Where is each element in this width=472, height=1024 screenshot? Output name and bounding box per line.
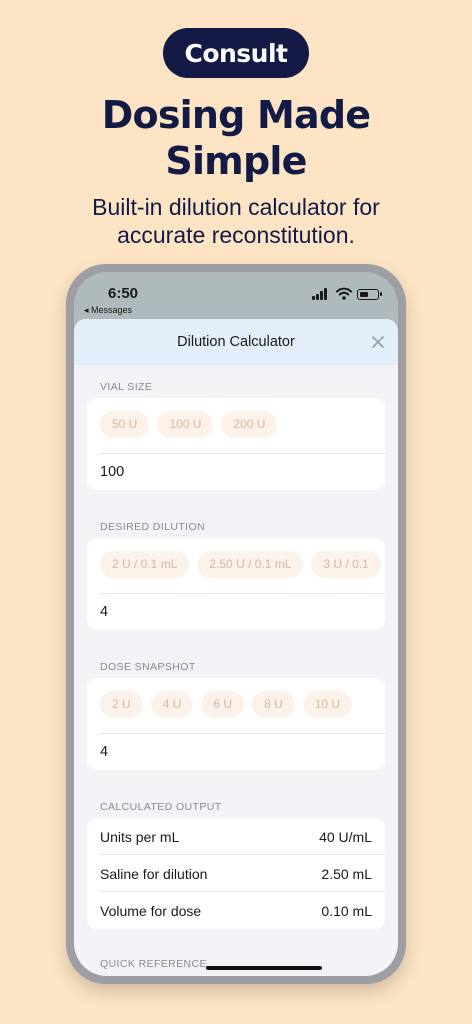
output-value: 0.10 mL bbox=[321, 903, 372, 919]
vial-size-card: 50 U 100 U 200 U 100 bbox=[87, 398, 385, 490]
status-icons bbox=[312, 287, 382, 302]
dose-snapshot-card: 2 U 4 U 6 U 8 U 10 U 4 bbox=[87, 678, 385, 770]
divider bbox=[100, 593, 385, 594]
status-time: 6:50 bbox=[108, 285, 139, 302]
dilution-option-3u[interactable]: 3 U / 0.1 bbox=[311, 551, 381, 578]
dilution-option-2-50u[interactable]: 2.50 U / 0.1 mL bbox=[197, 551, 304, 578]
calculated-output-card: Units per mL 40 U/mL Saline for dilution… bbox=[87, 818, 385, 929]
cellular-signal-icon bbox=[312, 288, 330, 300]
vial-option-100[interactable]: 100 U bbox=[157, 411, 214, 438]
desired-dilution-card: 2 U / 0.1 mL 2.50 U / 0.1 mL 3 U / 0.1 4 bbox=[87, 538, 385, 630]
dose-snapshot-label: DOSE SNAPSHOT bbox=[100, 661, 196, 673]
output-row-units-per-ml: Units per mL 40 U/mL bbox=[87, 818, 385, 855]
output-value: 40 U/mL bbox=[319, 829, 372, 845]
output-label: Saline for dilution bbox=[100, 866, 208, 882]
output-label: Units per mL bbox=[100, 829, 180, 845]
battery-icon bbox=[357, 289, 382, 300]
output-value: 2.50 mL bbox=[321, 866, 372, 882]
vial-size-input[interactable]: 100 bbox=[100, 464, 124, 480]
divider bbox=[100, 453, 385, 454]
calculated-output-label: CALCULATED OUTPUT bbox=[100, 801, 222, 813]
desired-dilution-input[interactable]: 4 bbox=[100, 604, 108, 620]
home-indicator[interactable] bbox=[206, 966, 322, 970]
dilution-calculator-sheet: Dilution Calculator VIAL SIZE 50 U 100 U 2… bbox=[74, 319, 398, 976]
vial-option-50[interactable]: 50 U bbox=[100, 411, 150, 438]
dose-option-2u[interactable]: 2 U bbox=[100, 691, 143, 718]
sheet-header: Dilution Calculator bbox=[74, 319, 398, 365]
dose-option-8u[interactable]: 8 U bbox=[252, 691, 295, 718]
sheet-title: Dilution Calculator bbox=[177, 334, 295, 350]
subheadline: Built-in dilution calculator for accurat… bbox=[0, 193, 472, 249]
headline-line-1: Dosing Made bbox=[101, 93, 371, 137]
subhead-line-1: Built-in dilution calculator for bbox=[92, 194, 380, 220]
dilution-option-2u[interactable]: 2 U / 0.1 mL bbox=[100, 551, 190, 578]
dose-snapshot-input[interactable]: 4 bbox=[100, 744, 108, 760]
dose-option-6u[interactable]: 6 U bbox=[201, 691, 245, 718]
desired-dilution-label: DESIRED DILUTION bbox=[100, 521, 205, 533]
phone-frame: 6:50 ◂ Messages Dilution Calculator VIAL… bbox=[66, 264, 406, 984]
dose-option-10u[interactable]: 10 U bbox=[302, 691, 353, 718]
divider bbox=[100, 733, 385, 734]
subhead-line-2: accurate reconstitution. bbox=[117, 222, 355, 248]
vial-option-200[interactable]: 200 U bbox=[221, 411, 278, 438]
output-row-volume: Volume for dose 0.10 mL bbox=[87, 892, 385, 929]
output-row-saline: Saline for dilution 2.50 mL bbox=[87, 855, 385, 892]
headline: Dosing Made Simple bbox=[0, 92, 472, 184]
consult-badge: Consult bbox=[163, 28, 309, 78]
dose-options: 2 U 4 U 6 U 8 U 10 U bbox=[100, 691, 360, 719]
phone-screen: 6:50 ◂ Messages Dilution Calculator VIAL… bbox=[74, 272, 398, 976]
close-icon[interactable] bbox=[372, 336, 384, 348]
wifi-icon bbox=[336, 287, 352, 300]
dilution-options: 2 U / 0.1 mL 2.50 U / 0.1 mL 3 U / 0.1 bbox=[100, 551, 385, 579]
dose-option-4u[interactable]: 4 U bbox=[150, 691, 194, 718]
headline-line-2: Simple bbox=[165, 139, 307, 183]
quick-reference-label: QUICK REFERENCE bbox=[100, 958, 207, 970]
back-to-messages-link[interactable]: ◂ Messages bbox=[84, 305, 132, 316]
vial-size-label: VIAL SIZE bbox=[100, 381, 153, 393]
output-label: Volume for dose bbox=[100, 903, 202, 919]
vial-size-options: 50 U 100 U 200 U bbox=[100, 411, 285, 439]
